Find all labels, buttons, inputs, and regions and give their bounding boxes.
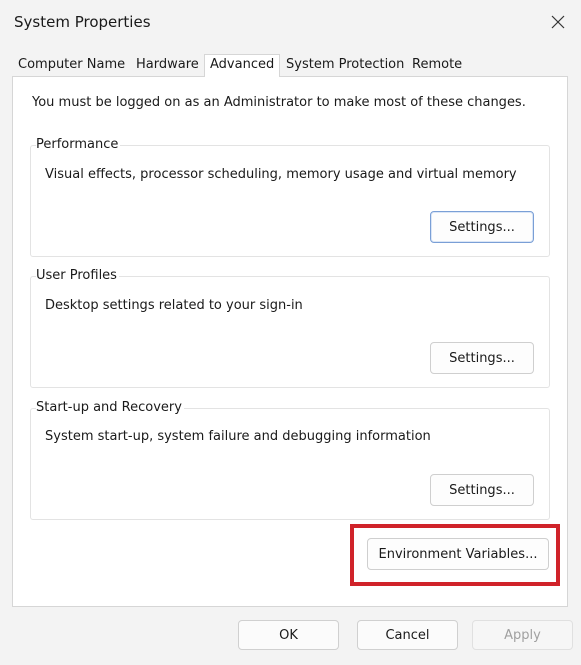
tab-advanced[interactable]: Advanced <box>204 54 281 77</box>
performance-group-title: Performance <box>36 137 121 152</box>
title-bar: System Properties <box>0 0 581 44</box>
environment-variables-highlight <box>350 524 560 586</box>
user-profiles-settings-button[interactable]: Settings... <box>430 342 534 374</box>
user-profiles-description: Desktop settings related to your sign-in <box>45 298 303 313</box>
close-icon <box>551 15 565 29</box>
window-title: System Properties <box>14 13 151 31</box>
tab-hardware[interactable]: Hardware <box>136 57 199 77</box>
advanced-tab-panel: You must be logged on as an Administrato… <box>12 76 568 607</box>
cancel-button[interactable]: Cancel <box>357 620 458 650</box>
apply-button[interactable]: Apply <box>472 620 573 650</box>
performance-settings-button[interactable]: Settings... <box>430 211 534 243</box>
startup-recovery-description: System start-up, system failure and debu… <box>45 429 431 444</box>
tab-remote[interactable]: Remote <box>412 57 462 77</box>
tab-system-protection[interactable]: System Protection <box>286 57 404 77</box>
system-properties-window: System Properties Computer Name Hardware… <box>0 0 581 665</box>
close-button[interactable] <box>535 0 581 44</box>
performance-description: Visual effects, processor scheduling, me… <box>45 167 517 182</box>
startup-recovery-group-title: Start-up and Recovery <box>36 400 184 415</box>
tab-computer-name[interactable]: Computer Name <box>18 57 125 77</box>
startup-recovery-settings-button[interactable]: Settings... <box>430 474 534 506</box>
ok-button[interactable]: OK <box>238 620 339 650</box>
user-profiles-group-title: User Profiles <box>36 268 119 283</box>
admin-notice: You must be logged on as an Administrato… <box>32 95 526 110</box>
